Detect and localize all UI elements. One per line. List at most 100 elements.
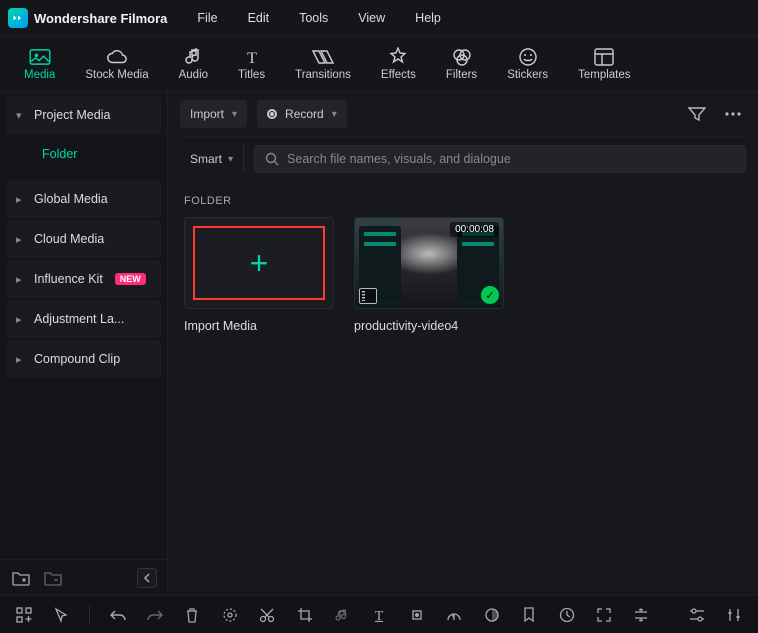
tab-templates[interactable]: Templates [578, 47, 630, 81]
titles-icon: T [241, 47, 263, 67]
sidebar-item-label: Project Media [34, 108, 110, 122]
audio-icon [182, 47, 204, 67]
tab-transitions[interactable]: Transitions [295, 47, 351, 81]
sidebar-item-label: Influence Kit [34, 272, 103, 286]
tab-filters[interactable]: Filters [446, 47, 477, 81]
menu-edit[interactable]: Edit [248, 11, 270, 25]
grid-add-icon[interactable] [14, 605, 33, 625]
plus-icon: + [250, 245, 269, 282]
sidebar-item-global-media[interactable]: ▸ Global Media [6, 180, 161, 218]
keyframe-icon[interactable] [407, 605, 426, 625]
chevron-right-icon: ▸ [16, 273, 26, 286]
sidebar-item-cloud-media[interactable]: ▸ Cloud Media [6, 220, 161, 258]
card-label: Import Media [184, 319, 334, 333]
sidebar-item-compound-clip[interactable]: ▸ Compound Clip [6, 340, 161, 378]
new-badge: NEW [115, 273, 146, 285]
undo-icon[interactable] [108, 605, 127, 625]
card-label: productivity-video4 [354, 319, 504, 333]
sidebar-item-influence-kit[interactable]: ▸ Influence Kit NEW [6, 260, 161, 298]
sidebar-item-label: Folder [42, 147, 77, 161]
redo-icon[interactable] [145, 605, 164, 625]
sidebar-item-label: Cloud Media [34, 232, 104, 246]
settings-icon[interactable] [687, 605, 706, 625]
separator [89, 605, 90, 625]
divider [180, 136, 746, 137]
app-name: Wondershare Filmora [34, 11, 167, 26]
chevron-right-icon: ▸ [16, 353, 26, 366]
music-icon[interactable] [332, 605, 351, 625]
smart-dropdown[interactable]: Smart ▾ [180, 145, 244, 173]
sidebar-item-adjustment-layer[interactable]: ▸ Adjustment La... [6, 300, 161, 338]
filters-icon [451, 47, 473, 67]
tab-titles[interactable]: T Titles [238, 47, 265, 81]
import-media-card[interactable]: + Import Media [184, 217, 334, 333]
tab-stickers[interactable]: Stickers [507, 47, 548, 81]
tab-label: Media [24, 69, 55, 81]
crop-icon[interactable] [295, 605, 314, 625]
record-dropdown[interactable]: Record ▾ [257, 100, 347, 128]
record-label: Record [285, 107, 324, 121]
templates-icon [593, 47, 615, 67]
search-icon [265, 152, 279, 166]
search-input[interactable] [287, 152, 735, 166]
tab-label: Templates [578, 69, 630, 81]
tab-stock-media[interactable]: Stock Media [85, 47, 148, 81]
split-icon[interactable] [258, 605, 277, 625]
menu-view[interactable]: View [358, 11, 385, 25]
sidebar: ▾ Project Media Folder ▸ Global Media ▸ … [0, 92, 168, 595]
new-folder-button[interactable] [10, 567, 32, 589]
marker-icon[interactable] [519, 605, 538, 625]
speed-icon[interactable] [557, 605, 576, 625]
collapse-sidebar-button[interactable] [137, 568, 157, 588]
app-logo [8, 8, 28, 28]
tab-label: Effects [381, 69, 416, 81]
sidebar-item-folder[interactable]: Folder [6, 136, 161, 172]
content-toolbar: Import ▾ Record ▾ [168, 92, 758, 136]
filter-button[interactable] [684, 101, 710, 127]
menu-bar: File Edit Tools View Help [197, 11, 440, 25]
chevron-down-icon: ▾ [228, 154, 233, 165]
effects-icon [387, 47, 409, 67]
menu-tools[interactable]: Tools [299, 11, 328, 25]
menu-help[interactable]: Help [415, 11, 441, 25]
media-icon [29, 47, 51, 67]
cloud-icon [106, 47, 128, 67]
svg-text:T: T [247, 50, 257, 66]
sidebar-item-project-media[interactable]: ▾ Project Media [6, 96, 161, 134]
tab-effects[interactable]: Effects [381, 47, 416, 81]
track-height-icon[interactable] [632, 605, 651, 625]
sidebar-item-label: Adjustment La... [34, 312, 124, 326]
sidebar-item-label: Compound Clip [34, 352, 120, 366]
stickers-icon [517, 47, 539, 67]
chevron-down-icon: ▾ [16, 109, 26, 122]
smart-cut-icon[interactable] [220, 605, 239, 625]
mixer-icon[interactable] [725, 605, 744, 625]
tab-media[interactable]: Media [24, 47, 55, 81]
sidebar-item-label: Global Media [34, 192, 108, 206]
delete-folder-button[interactable] [42, 567, 64, 589]
tab-label: Filters [446, 69, 477, 81]
title-bar: Wondershare Filmora File Edit Tools View… [0, 0, 758, 36]
cursor-icon[interactable] [51, 605, 70, 625]
duration-badge: 00:00:08 [450, 222, 499, 237]
tab-label: Audio [179, 69, 208, 81]
expand-icon[interactable] [594, 605, 613, 625]
media-card-video[interactable]: 00:00:08 ✓ productivity-video4 [354, 217, 504, 333]
chevron-right-icon: ▸ [16, 233, 26, 246]
tab-label: Stock Media [85, 69, 148, 81]
delete-icon[interactable] [183, 605, 202, 625]
record-icon [267, 109, 277, 119]
sidebar-footer [0, 559, 167, 595]
text-icon[interactable]: T [370, 605, 389, 625]
search-bar: Smart ▾ [168, 141, 758, 177]
color-icon[interactable] [482, 605, 501, 625]
check-icon: ✓ [481, 286, 499, 304]
speed-down-icon[interactable] [445, 605, 464, 625]
more-button[interactable] [720, 101, 746, 127]
smart-label: Smart [190, 152, 222, 166]
import-dropdown[interactable]: Import ▾ [180, 100, 247, 128]
tab-audio[interactable]: Audio [179, 47, 208, 81]
tab-label: Titles [238, 69, 265, 81]
tool-tabs: Media Stock Media Audio T Titles Transit… [0, 36, 758, 92]
menu-file[interactable]: File [197, 11, 217, 25]
